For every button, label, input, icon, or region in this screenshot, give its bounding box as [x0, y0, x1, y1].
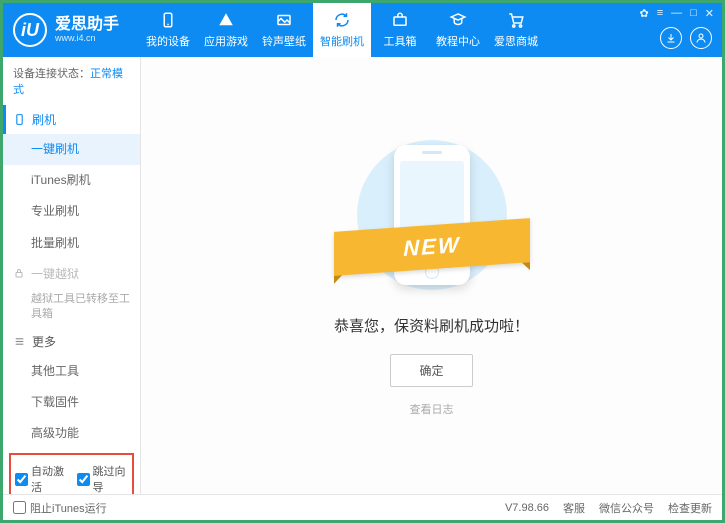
view-log-link[interactable]: 查看日志 — [410, 401, 454, 417]
checkbox-label: 阻止iTunes运行 — [30, 500, 107, 516]
auto-activate-checkbox[interactable]: 自动激活 — [15, 463, 67, 494]
nav-smart-flash[interactable]: 智能刷机 — [313, 3, 371, 57]
nav-label: 工具箱 — [384, 33, 417, 49]
close-button[interactable]: ✕ — [705, 7, 714, 20]
window-controls: ✿ ≡ — □ ✕ — [639, 7, 714, 20]
cart-icon — [507, 11, 525, 29]
jailbreak-note: 越狱工具已转移至工具箱 — [3, 288, 140, 327]
logo: iU 爱思助手 www.i4.cn — [13, 13, 119, 47]
phone-icon — [159, 11, 177, 29]
sidebar: 设备连接状态：正常模式 刷机 一键刷机 iTunes刷机 专业刷机 批量刷机 一… — [3, 57, 141, 494]
sidebar-item-advanced[interactable]: 高级功能 — [3, 418, 140, 449]
version-label: V7.98.66 — [505, 502, 549, 514]
download-button[interactable] — [660, 27, 682, 49]
user-button[interactable] — [690, 27, 712, 49]
checkbox-input[interactable] — [13, 501, 26, 514]
block-itunes-checkbox[interactable]: 阻止iTunes运行 — [13, 500, 107, 516]
checkbox-label: 自动激活 — [31, 463, 67, 494]
success-message: 恭喜您，保资料刷机成功啦！ — [334, 315, 529, 336]
list-icon — [13, 335, 26, 348]
phone-icon — [13, 113, 26, 126]
options-highlight-box: 自动激活 跳过向导 — [9, 453, 134, 494]
nav-label: 我的设备 — [146, 33, 190, 49]
nav-ringtone-wallpaper[interactable]: 铃声壁纸 — [255, 3, 313, 57]
sidebar-item-other-tools[interactable]: 其他工具 — [3, 356, 140, 387]
app-window: ✿ ≡ — □ ✕ iU 爱思助手 www.i4.cn 我的设备 应用游戏 — [0, 0, 725, 523]
sidebar-item-pro-flash[interactable]: 专业刷机 — [3, 196, 140, 227]
apps-icon — [217, 11, 235, 29]
ok-button[interactable]: 确定 — [390, 354, 472, 387]
refresh-icon — [333, 11, 351, 29]
nav-label: 爱思商城 — [494, 33, 538, 49]
minimize-button[interactable]: — — [671, 7, 682, 20]
nav-apps-games[interactable]: 应用游戏 — [197, 3, 255, 57]
success-illustration: NEW — [352, 135, 512, 295]
lock-icon — [13, 267, 25, 279]
app-title: 爱思助手 — [55, 16, 119, 34]
sidebar-section-more[interactable]: 更多 — [3, 327, 140, 356]
customer-service-link[interactable]: 客服 — [563, 500, 585, 516]
footer: 阻止iTunes运行 V7.98.66 客服 微信公众号 检查更新 — [3, 494, 722, 520]
titlebar: ✿ ≡ — □ ✕ iU 爱思助手 www.i4.cn 我的设备 应用游戏 — [3, 3, 722, 57]
checkbox-label: 跳过向导 — [93, 463, 129, 494]
section-label: 一键越狱 — [31, 265, 79, 282]
wallpaper-icon — [275, 11, 293, 29]
main-content: NEW 恭喜您，保资料刷机成功啦！ 确定 查看日志 — [141, 57, 722, 494]
nav-toolbox[interactable]: 工具箱 — [371, 3, 429, 57]
logo-icon: iU — [13, 13, 47, 47]
check-update-link[interactable]: 检查更新 — [668, 500, 712, 516]
sidebar-section-jailbreak: 一键越狱 — [3, 259, 140, 288]
nav-label: 应用游戏 — [204, 33, 248, 49]
nav-label: 铃声壁纸 — [262, 33, 306, 49]
skip-guide-checkbox[interactable]: 跳过向导 — [77, 463, 129, 494]
sidebar-section-flash[interactable]: 刷机 — [3, 105, 140, 134]
main-nav: 我的设备 应用游戏 铃声壁纸 智能刷机 工具箱 教程中心 — [139, 3, 545, 57]
header-right-buttons — [660, 27, 712, 49]
user-icon — [695, 32, 707, 44]
tutorial-icon — [449, 11, 467, 29]
sidebar-item-download-firmware[interactable]: 下载固件 — [3, 387, 140, 418]
checkbox-input[interactable] — [15, 473, 28, 486]
sidebar-item-oneclick-flash[interactable]: 一键刷机 — [3, 134, 140, 165]
menu-button[interactable]: ≡ — [657, 7, 663, 20]
section-label: 更多 — [32, 333, 56, 350]
checkbox-input[interactable] — [77, 473, 90, 486]
connection-status: 设备连接状态：正常模式 — [3, 57, 140, 105]
wechat-link[interactable]: 微信公众号 — [599, 500, 654, 516]
nav-label: 智能刷机 — [320, 33, 364, 49]
app-body: 设备连接状态：正常模式 刷机 一键刷机 iTunes刷机 专业刷机 批量刷机 一… — [3, 57, 722, 494]
nav-label: 教程中心 — [436, 33, 480, 49]
nav-my-device[interactable]: 我的设备 — [139, 3, 197, 57]
nav-tutorials[interactable]: 教程中心 — [429, 3, 487, 57]
status-label: 设备连接状态： — [13, 68, 90, 80]
toolbox-icon — [391, 11, 409, 29]
sidebar-item-batch-flash[interactable]: 批量刷机 — [3, 228, 140, 259]
section-label: 刷机 — [32, 111, 56, 128]
download-icon — [665, 32, 677, 44]
skin-button[interactable]: ✿ — [639, 7, 648, 20]
maximize-button[interactable]: □ — [690, 7, 697, 20]
app-url: www.i4.cn — [55, 34, 119, 44]
sidebar-item-itunes-flash[interactable]: iTunes刷机 — [3, 165, 140, 196]
nav-store[interactable]: 爱思商城 — [487, 3, 545, 57]
